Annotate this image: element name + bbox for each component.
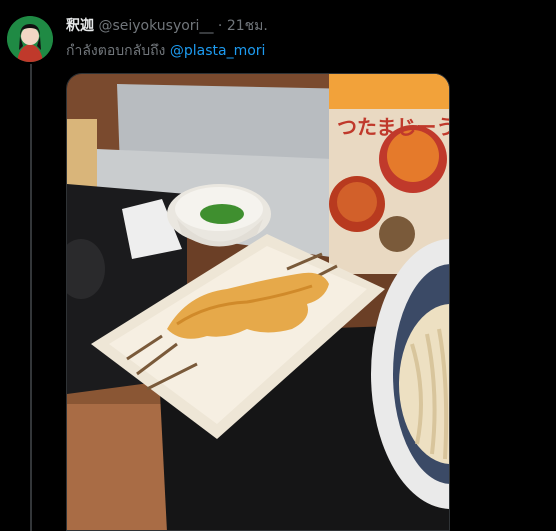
thread-line [30, 64, 32, 531]
avatar[interactable] [7, 16, 53, 62]
tweet-photo[interactable]: つたまじーうどん [66, 73, 450, 531]
reply-mention-link[interactable]: @plasta_mori [170, 43, 266, 59]
timestamp[interactable]: 21ชม. [227, 18, 268, 34]
replying-to: กำลังตอบกลับถึง @plasta_mori [66, 40, 265, 62]
user-handle[interactable]: @seiyokusyori__ [98, 18, 213, 34]
reply-prefix: กำลังตอบกลับถึง [66, 43, 166, 59]
separator-dot: · [217, 18, 223, 34]
tweet-header: 釈迦 @seiyokusyori__ · 21ชม. [66, 15, 268, 37]
poster-text: つたまじーうどん [337, 115, 450, 139]
display-name[interactable]: 釈迦 [66, 18, 94, 34]
